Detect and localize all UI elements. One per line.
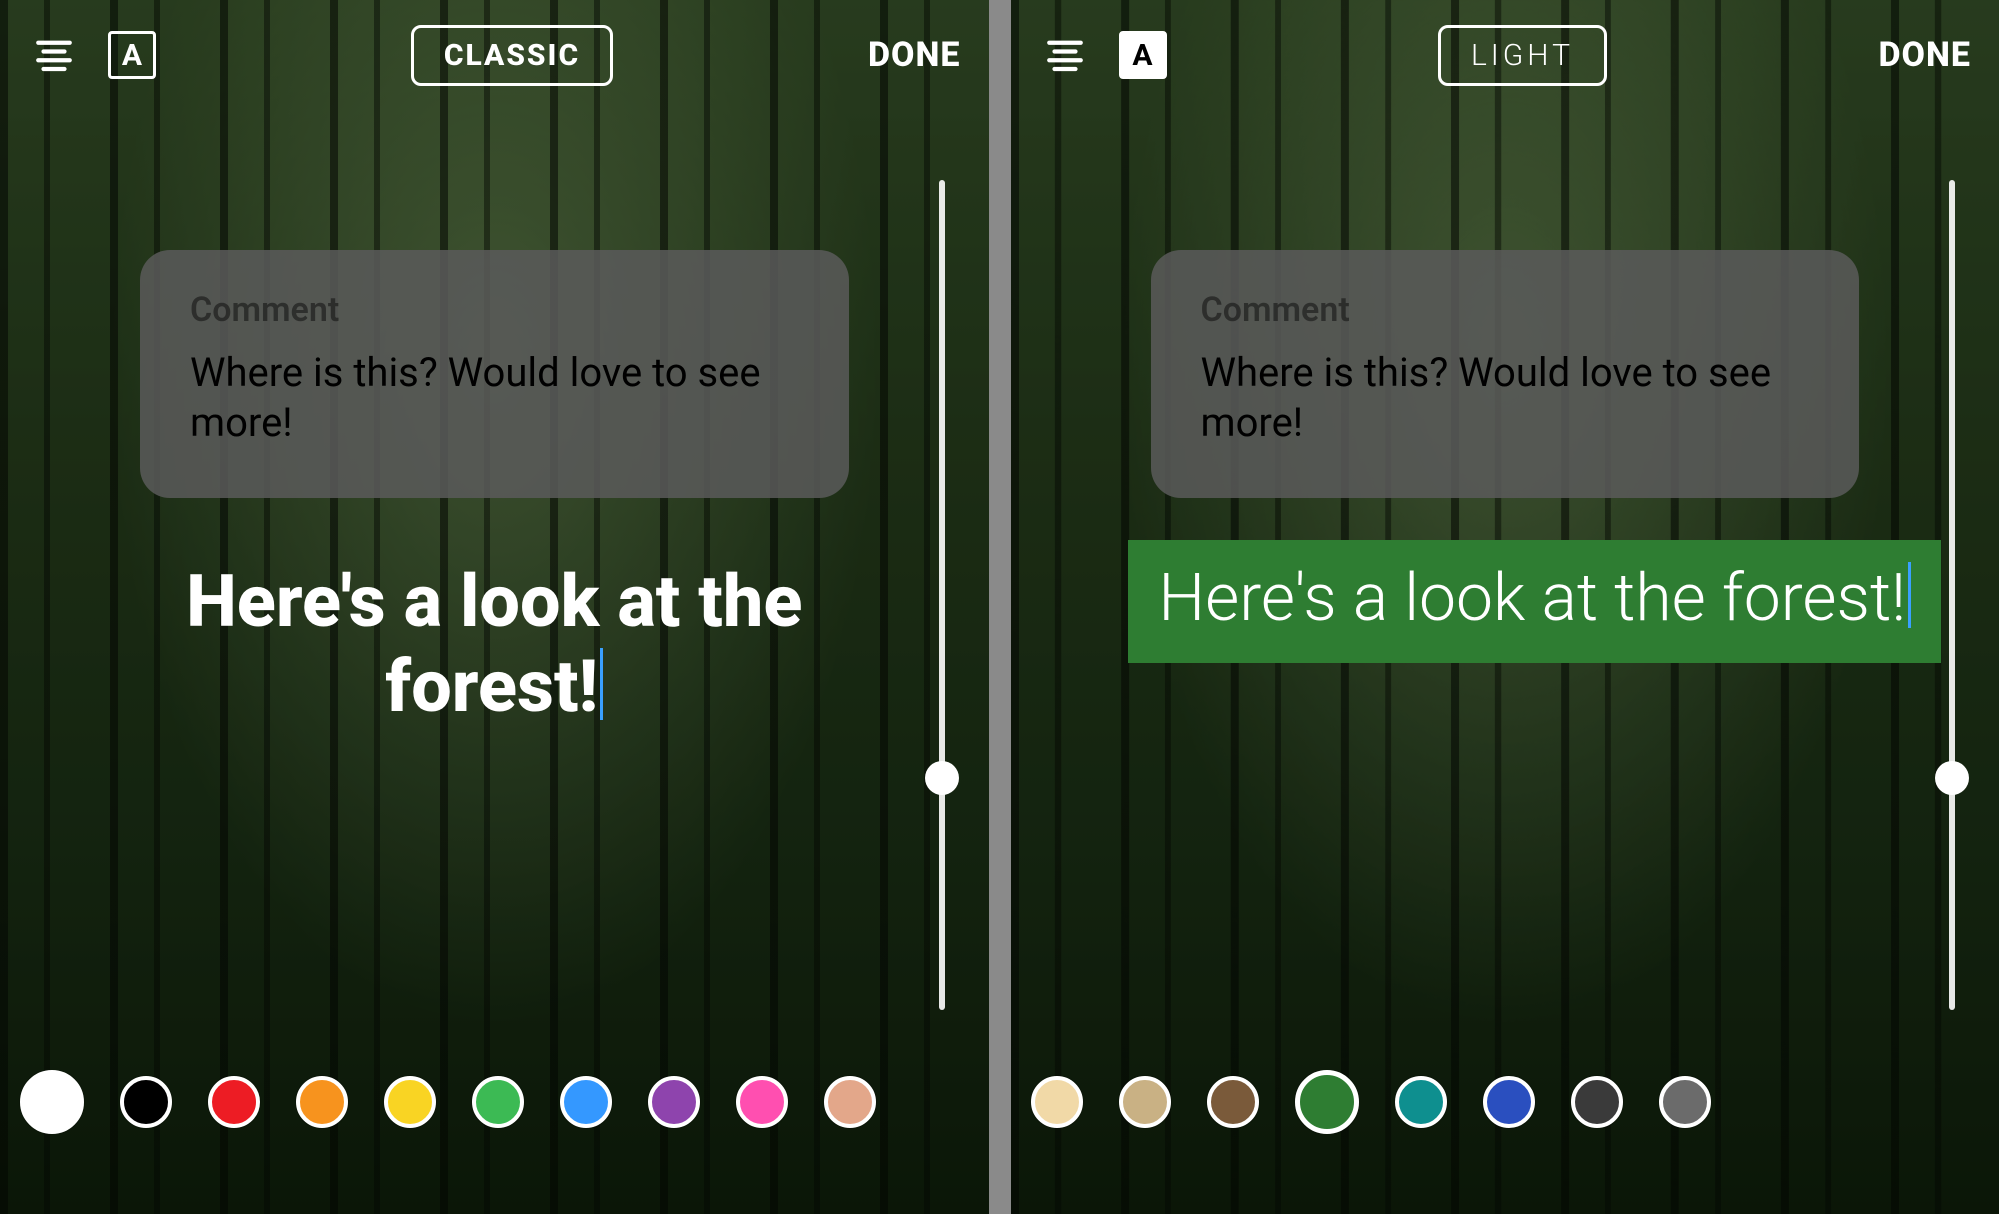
color-swatch[interactable] (736, 1076, 788, 1128)
font-style-selector[interactable]: LIGHT (1438, 25, 1607, 86)
slider-thumb[interactable] (925, 761, 959, 795)
color-swatch[interactable] (1571, 1076, 1623, 1128)
font-style-selector[interactable]: CLASSIC (411, 25, 613, 86)
slider-thumb[interactable] (1935, 761, 1969, 795)
text-toolbar: A CLASSIC DONE (0, 0, 989, 110)
text-toolbar: A LIGHT DONE (1011, 0, 1999, 110)
color-swatch[interactable] (120, 1076, 172, 1128)
caption-content: Here's a look at the forest! (1158, 560, 1906, 637)
text-cursor (600, 648, 603, 720)
caption-text[interactable]: Here's a look at the forest! (1011, 540, 1999, 663)
font-size-slider[interactable] (1949, 180, 1955, 1010)
color-swatch[interactable] (1395, 1076, 1447, 1128)
color-swatch[interactable] (1031, 1076, 1083, 1128)
comment-sticker[interactable]: Comment Where is this? Would love to see… (1151, 250, 1860, 498)
align-center-icon[interactable] (1039, 29, 1091, 81)
comment-body: Where is this? Would love to see more! (1201, 348, 1810, 448)
done-button[interactable]: DONE (868, 35, 961, 75)
color-swatch[interactable] (1659, 1076, 1711, 1128)
color-swatch[interactable] (824, 1076, 876, 1128)
font-size-slider[interactable] (939, 180, 945, 1010)
color-swatch[interactable] (1483, 1076, 1535, 1128)
color-swatch-row (1011, 1070, 1999, 1134)
color-swatch[interactable] (208, 1076, 260, 1128)
text-background-toggle[interactable]: A (108, 31, 156, 79)
side-by-side-stage: A CLASSIC DONE Comment Where is this? Wo… (0, 0, 1999, 1214)
color-swatch[interactable] (20, 1070, 84, 1134)
story-editor-panel-classic: A CLASSIC DONE Comment Where is this? Wo… (0, 0, 989, 1214)
color-swatch-row (0, 1070, 989, 1134)
color-swatch[interactable] (296, 1076, 348, 1128)
caption-highlight: Here's a look at the forest! (1128, 540, 1941, 663)
color-swatch[interactable] (472, 1076, 524, 1128)
comment-label: Comment (190, 290, 799, 330)
color-swatch[interactable] (1119, 1076, 1171, 1128)
color-swatch[interactable] (648, 1076, 700, 1128)
align-center-icon[interactable] (28, 29, 80, 81)
caption-text[interactable]: Here's a look at the forest! (0, 540, 989, 730)
text-cursor (1908, 562, 1911, 628)
comment-sticker[interactable]: Comment Where is this? Would love to see… (140, 250, 849, 498)
comment-label: Comment (1201, 290, 1810, 330)
color-swatch[interactable] (1207, 1076, 1259, 1128)
caption-content: Here's a look at the forest! (186, 559, 802, 729)
comment-body: Where is this? Would love to see more! (190, 348, 799, 448)
color-swatch[interactable] (560, 1076, 612, 1128)
color-swatch[interactable] (384, 1076, 436, 1128)
text-background-toggle[interactable]: A (1119, 31, 1167, 79)
done-button[interactable]: DONE (1878, 35, 1971, 75)
story-editor-panel-light: A LIGHT DONE Comment Where is this? Woul… (1011, 0, 1999, 1214)
color-swatch[interactable] (1295, 1070, 1359, 1134)
